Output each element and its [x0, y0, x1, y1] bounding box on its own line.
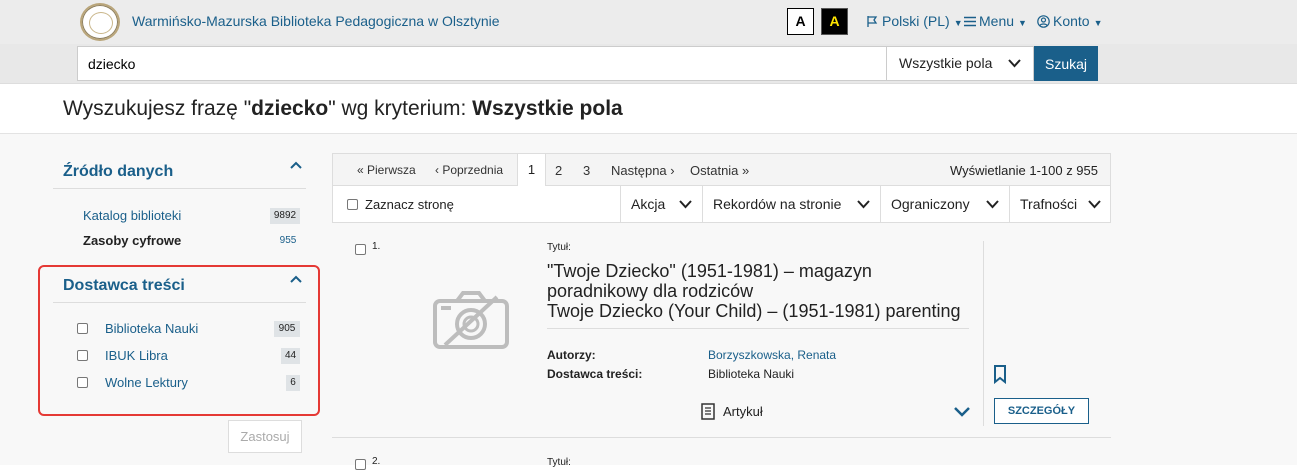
pager-prev[interactable]: ‹ Poprzednia — [435, 163, 503, 177]
caret-down-icon: ▼ — [1018, 18, 1027, 28]
per-page-dropdown[interactable]: Rekordów na stronie — [702, 186, 880, 222]
language-menu[interactable]: Polski (PL) ▼ — [866, 13, 963, 29]
result-title-link[interactable]: "Twoje Dziecko" (1951-1981) – magazyn po… — [547, 261, 961, 321]
pager-page-3[interactable]: 3 — [583, 163, 590, 178]
search-field-select[interactable]: Wszystkie pola — [886, 46, 1034, 81]
account-menu[interactable]: Konto ▼ — [1037, 13, 1103, 29]
format-label: Artykuł — [723, 404, 763, 419]
expand-chevron-icon[interactable] — [953, 405, 971, 423]
facet-count-catalog: 9892 — [270, 208, 300, 224]
facet-divider — [53, 188, 306, 189]
language-label: Polski (PL) — [882, 13, 950, 29]
chevron-down-icon — [857, 186, 870, 235]
title-label: Tytuł: — [547, 457, 571, 468]
search-term: dziecko — [251, 97, 329, 120]
provider-value: Biblioteka Nauki — [708, 367, 795, 381]
pager-next[interactable]: Następna › — [611, 163, 675, 178]
hamburger-icon — [964, 16, 976, 27]
chevron-up-icon[interactable] — [290, 160, 302, 175]
author-link[interactable]: Borzyszkowska, Renata — [708, 348, 836, 362]
document-icon — [701, 403, 716, 425]
result-separator — [332, 437, 1111, 438]
search-field-label: Wszystkie pola — [899, 55, 993, 71]
result-side-divider — [983, 241, 984, 426]
result-divider — [547, 328, 969, 329]
search-criterion: Wszystkie pola — [472, 97, 623, 120]
menu-label: Menu — [979, 13, 1015, 29]
camera-placeholder-icon — [433, 291, 509, 354]
provider-label: Dostawca treści: — [547, 367, 643, 381]
details-button[interactable]: SZCZEGÓŁY — [994, 398, 1089, 424]
caret-down-icon: ▼ — [953, 18, 963, 28]
library-logo-icon[interactable] — [80, 3, 120, 41]
result-checkbox[interactable] — [355, 244, 366, 255]
pagination: « Pierwsza ‹ Poprzednia 1 2 3 Następna ›… — [332, 153, 1111, 187]
action-dropdown[interactable]: Akcja — [620, 186, 702, 222]
facet-count-digital: 955 — [279, 235, 297, 246]
page-title: Wyszukujesz frazę "dziecko" wg kryterium… — [63, 97, 623, 120]
select-page-checkbox[interactable] — [347, 199, 358, 210]
pager-last[interactable]: Ostatnia » — [690, 163, 749, 178]
pager-page-current[interactable]: 1 — [517, 153, 546, 187]
main-menu[interactable]: Menu ▼ — [964, 13, 1027, 29]
library-name-link[interactable]: Warmińsko-Mazurska Biblioteka Pedagogicz… — [132, 13, 500, 29]
facet-source-title[interactable]: Źródło danych — [63, 163, 173, 181]
result-number: 1. — [372, 241, 381, 252]
chevron-down-icon — [679, 186, 692, 235]
facet-item-digital: Zasoby cyfrowe — [83, 233, 182, 248]
pager-page-2[interactable]: 2 — [555, 163, 562, 178]
results-toolbar: Zaznacz stronę Akcja Rekordów na stronie… — [332, 186, 1111, 223]
chevron-down-icon — [1088, 186, 1101, 235]
limited-dropdown[interactable]: Ograniczony — [880, 186, 1009, 222]
bookmark-icon[interactable] — [993, 365, 1007, 389]
facet-item-catalog[interactable]: Katalog biblioteki — [83, 208, 181, 223]
search-input[interactable] — [77, 46, 887, 81]
account-label: Konto — [1053, 13, 1090, 29]
contrast-high-button[interactable]: A — [821, 8, 848, 35]
search-button[interactable]: Szukaj — [1034, 46, 1098, 81]
title-label: Tytuł: — [547, 242, 571, 253]
contrast-normal-button[interactable]: A — [787, 8, 814, 35]
chevron-down-icon — [1008, 47, 1021, 92]
apply-filters-button[interactable]: Zastosuj — [228, 420, 302, 453]
user-circle-icon — [1037, 15, 1050, 28]
caret-down-icon: ▼ — [1093, 18, 1103, 28]
pager-first[interactable]: « Pierwsza — [357, 163, 416, 177]
sort-dropdown[interactable]: Trafności — [1009, 186, 1111, 222]
select-page-label[interactable]: Zaznacz stronę — [365, 197, 454, 212]
chevron-down-icon — [986, 186, 999, 235]
authors-label: Autorzy: — [547, 348, 596, 362]
provider-facet-highlight — [38, 265, 320, 416]
result-number: 2. — [372, 456, 381, 467]
flag-icon — [867, 16, 878, 27]
results-count: Wyświetlanie 1-100 z 955 — [949, 163, 1098, 178]
